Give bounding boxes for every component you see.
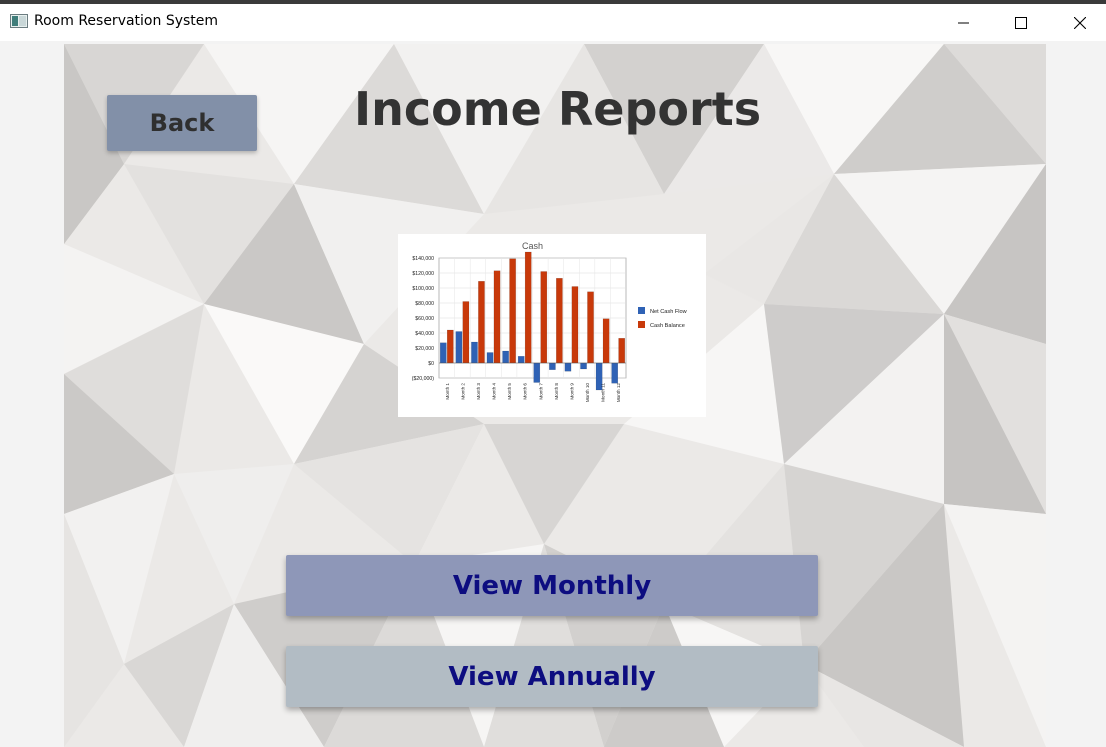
cash-balance-bar <box>571 286 579 364</box>
cash-chart: Cash ($20,000) $0 $20,000 $40,000 $60,000 $80,… <box>412 241 688 403</box>
net-cash-flow-bar <box>517 356 525 364</box>
window-title: Room Reservation System <box>34 13 219 29</box>
y-tick-label: $60,000 <box>415 316 434 322</box>
page-title: Income Reports <box>354 82 762 136</box>
x-tick-label: Month 1 <box>445 383 450 400</box>
x-tick-label: Month 2 <box>460 383 465 400</box>
y-tick-label: $120,000 <box>412 271 434 277</box>
x-tick-label: Month 5 <box>507 383 512 400</box>
net-cash-flow-bar <box>502 350 509 364</box>
y-tick-label: $20,000 <box>415 346 434 352</box>
net-cash-flow-bar <box>564 362 572 372</box>
back-button[interactable]: Back <box>107 95 257 151</box>
legend-swatch <box>638 307 645 314</box>
content-area: Back Income Reports Cash ($20,000) $0 $20,0… <box>64 44 1046 747</box>
x-tick-label: Month 12 <box>616 383 621 403</box>
x-tick-label: Month 3 <box>476 383 481 400</box>
x-tick-label: Month 9 <box>569 383 574 400</box>
legend-swatch <box>638 321 645 328</box>
y-tick-label: $140,000 <box>412 256 434 262</box>
window-titlebar: Room Reservation System <box>0 4 1106 41</box>
x-tick-label: Month 6 <box>523 383 528 400</box>
view-monthly-button[interactable]: View Monthly <box>286 555 818 616</box>
legend-label: Net Cash Flow <box>650 309 688 315</box>
maximize-icon <box>1015 16 1027 29</box>
net-cash-flow-bar <box>549 362 556 370</box>
net-cash-flow-bar <box>611 362 619 384</box>
y-tick-label: $0 <box>428 361 434 367</box>
y-tick-label: ($20,000) <box>412 376 434 382</box>
cash-balance-bar <box>602 318 610 364</box>
close-icon <box>1074 16 1086 29</box>
cash-balance-bar <box>446 329 454 364</box>
cash-balance-bar <box>524 251 532 364</box>
x-tick-label: Month 4 <box>492 383 497 400</box>
app-icon <box>10 13 28 28</box>
y-tick-label: $40,000 <box>415 331 434 337</box>
net-cash-flow-bar <box>486 352 494 364</box>
cash-balance-bar <box>587 291 594 364</box>
view-annually-button[interactable]: View Annually <box>286 646 818 707</box>
maximize-button[interactable] <box>998 4 1044 41</box>
y-tick-label: $80,000 <box>415 301 434 307</box>
cash-chart-image: Cash ($20,000) $0 $20,000 $40,000 $60,000 $80,… <box>398 234 706 417</box>
net-cash-flow-bar <box>471 341 478 364</box>
x-tick-label: Month 8 <box>554 383 559 400</box>
net-cash-flow-bar <box>580 362 587 370</box>
x-tick-label: Month 10 <box>585 383 590 403</box>
cash-balance-bar <box>556 278 563 364</box>
cash-balance-bar <box>478 281 485 364</box>
cash-balance-bar <box>493 270 501 364</box>
cash-balance-bar <box>509 258 516 364</box>
cash-balance-bar <box>540 271 548 364</box>
x-tick-label: Month 7 <box>538 383 543 400</box>
net-cash-flow-bar <box>439 342 447 364</box>
close-button[interactable] <box>1057 4 1103 41</box>
x-tick-label: Month 11 <box>601 383 606 402</box>
net-cash-flow-bar <box>455 331 463 364</box>
net-cash-flow-bar <box>533 362 541 383</box>
chart-title: Cash <box>522 241 543 251</box>
legend-label: Cash Balance <box>650 323 685 329</box>
minimize-icon <box>958 22 969 23</box>
minimize-button[interactable] <box>941 4 987 41</box>
cash-balance-bar <box>462 301 470 364</box>
y-tick-label: $100,000 <box>412 286 434 292</box>
cash-balance-bar <box>618 338 626 364</box>
